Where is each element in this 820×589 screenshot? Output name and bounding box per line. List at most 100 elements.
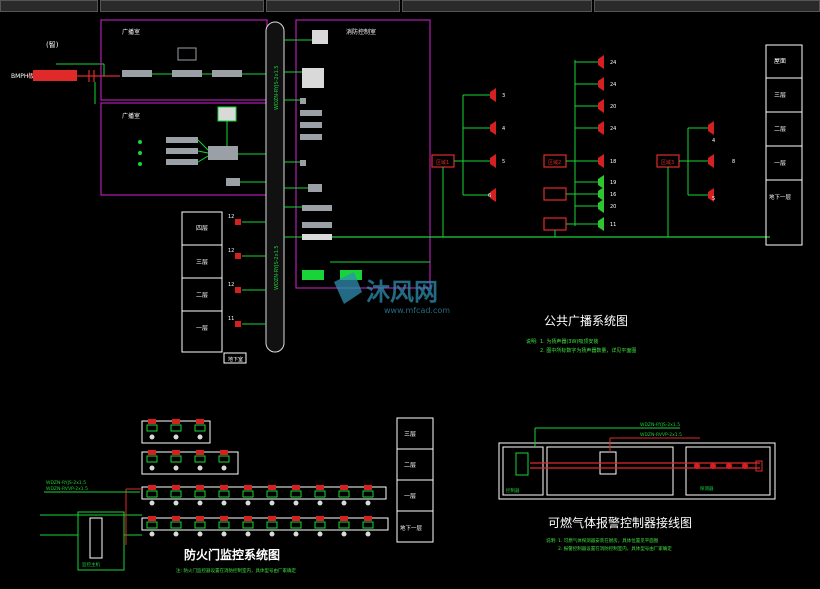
controller-label: 控制器 — [506, 487, 520, 494]
device-icon — [172, 70, 202, 77]
cad-drawing-canvas: (智) BMPH板 广播室 广播室 WDZN-RYJS-2x1.5 WDZN-R… — [0, 0, 820, 589]
speaker-count: 16 — [610, 192, 616, 198]
floor-label: 三层 — [196, 259, 208, 266]
source-label: (智) — [46, 40, 59, 49]
firedoor-module — [242, 516, 254, 537]
watermark-url: www.mfcad.com — [384, 306, 450, 315]
firedoor-module — [170, 516, 182, 537]
firedoor-module — [146, 450, 158, 471]
router-icon — [177, 47, 197, 61]
floor-label: 地下一层 — [769, 193, 792, 201]
floor-label: 一层 — [774, 160, 786, 167]
speaker-count: 5 — [502, 159, 505, 165]
room2-label: 广播室 — [122, 112, 140, 120]
zone-label: 区域1 — [436, 159, 449, 166]
firedoor-module — [290, 516, 302, 537]
floor-label: 二层 — [774, 126, 786, 133]
firedoor-module — [290, 485, 302, 506]
floor-label: 地下一层 — [400, 524, 423, 532]
note-line: 1. 为扬声器(3W)吸顶安装 — [540, 338, 598, 345]
speaker-count: 11 — [610, 222, 616, 228]
floor-label: 一层 — [196, 325, 208, 332]
drawing-svg: (智) BMPH板 广播室 广播室 WDZN-RYJS-2x1.5 WDZN-R… — [11, 19, 803, 574]
floor-label: 三层 — [774, 92, 786, 99]
speaker-count: 8 — [732, 159, 735, 165]
speaker-count: 4 — [502, 126, 505, 132]
firedoor-module — [194, 485, 206, 506]
firedoor-module — [338, 485, 350, 506]
speaker-count: 20 — [610, 104, 616, 110]
gas-alarm-diagram: 控制器 探测器 WDZN-RYJS-2x1.5 WDZN-RVVP-2x1.5 … — [498, 422, 776, 552]
speaker-count: 5 — [712, 196, 715, 202]
zone-label: 区域2 — [548, 159, 561, 166]
firedoor-diagram: 三层 二层 一层 地下一层 监控主机 WDZN-RYJS-2x1.5 WDZN-… — [40, 417, 434, 574]
firedoor-module — [146, 485, 158, 506]
firedoor-module — [362, 516, 374, 537]
speaker-count: 24 — [610, 60, 616, 66]
gas-title: 可燃气体报警控制器接线图 — [548, 515, 692, 530]
firedoor-note: 注: 防火门监控器设置在消防控制室内，具体型号由厂家确定 — [176, 567, 296, 574]
note-line: 1. 可燃气体探测器安装在厨房，具体位置见平面图 — [558, 537, 659, 544]
speaker-count: 12 — [228, 214, 234, 220]
speaker-count: 3 — [502, 93, 505, 99]
watermark-logo-text: 沐风网 — [366, 278, 438, 306]
left-box-label: 地下室 — [228, 356, 243, 363]
firedoor-module — [170, 485, 182, 506]
input-device — [33, 70, 77, 81]
bus-label: WDZN-RYJS-2x1.5 — [274, 65, 280, 110]
host-label: 监控主机 — [82, 561, 100, 568]
floor-label: 二层 — [196, 292, 208, 299]
firedoor-module — [194, 419, 206, 440]
detector-label: 探测器 — [700, 485, 714, 492]
control-room-label: 消防控制室 — [346, 28, 376, 36]
speaker-count: 19 — [610, 180, 616, 186]
speaker-count: 18 — [610, 159, 616, 165]
firedoor-module — [146, 419, 158, 440]
speaker-count: 12 — [228, 282, 234, 288]
computer-icon — [312, 30, 328, 44]
cable-note: WDZN-RYJS-2x1.5 — [640, 422, 680, 428]
firedoor-module — [242, 485, 254, 506]
device-icon — [212, 70, 242, 77]
firedoor-module — [314, 516, 326, 537]
watermark: 沐风网 www.mfcad.com — [334, 272, 450, 315]
amplifier-icon — [208, 146, 238, 160]
cable-note: WDZN-RVVP-2x1.5 — [640, 432, 682, 438]
speaker-count: 11 — [228, 316, 234, 322]
firedoor-module — [266, 485, 278, 506]
speaker-count: 6 — [488, 193, 491, 199]
monitor-icon — [302, 68, 324, 88]
floor-label: 三层 — [404, 431, 416, 438]
speaker-count: 12 — [228, 248, 234, 254]
broadcast-title: 公共广播系统图 — [544, 314, 628, 328]
microphone-icon — [226, 178, 240, 186]
notes-heading: 说明: — [526, 338, 538, 345]
device-icon — [122, 70, 152, 77]
speaker-count: 24 — [610, 82, 616, 88]
firedoor-module — [314, 485, 326, 506]
firedoor-module — [218, 516, 230, 537]
firedoor-title: 防火门监控系统图 — [184, 547, 280, 562]
zone-label: 区域3 — [661, 159, 674, 166]
firedoor-module — [338, 516, 350, 537]
firedoor-module — [170, 419, 182, 440]
speaker-count: 20 — [610, 204, 616, 210]
note-line: 2. 图中所标数字为扬声器数量，详见平面图 — [540, 347, 636, 354]
gas-outer-frame — [498, 442, 776, 500]
note-line: 2. 报警控制器设置在消防控制室内，具体型号由厂家确定 — [558, 545, 672, 552]
firedoor-module — [266, 516, 278, 537]
firedoor-module — [218, 450, 230, 471]
control-room-frame — [295, 19, 431, 289]
cable-note: WDZN-RYJS-2x1.5 — [46, 480, 86, 486]
device-icon — [166, 159, 198, 165]
firedoor-module — [194, 450, 206, 471]
notes-heading: 说明: — [546, 537, 557, 544]
device-icon — [166, 137, 198, 143]
bus-label: WDZN-RYJS-2x1.5 — [274, 245, 280, 290]
firedoor-module — [218, 485, 230, 506]
device-icon — [166, 148, 198, 154]
computer-icon — [217, 106, 237, 122]
floor-label: 四层 — [196, 225, 208, 232]
firedoor-host-frame — [77, 511, 125, 571]
firedoor-module — [194, 516, 206, 537]
